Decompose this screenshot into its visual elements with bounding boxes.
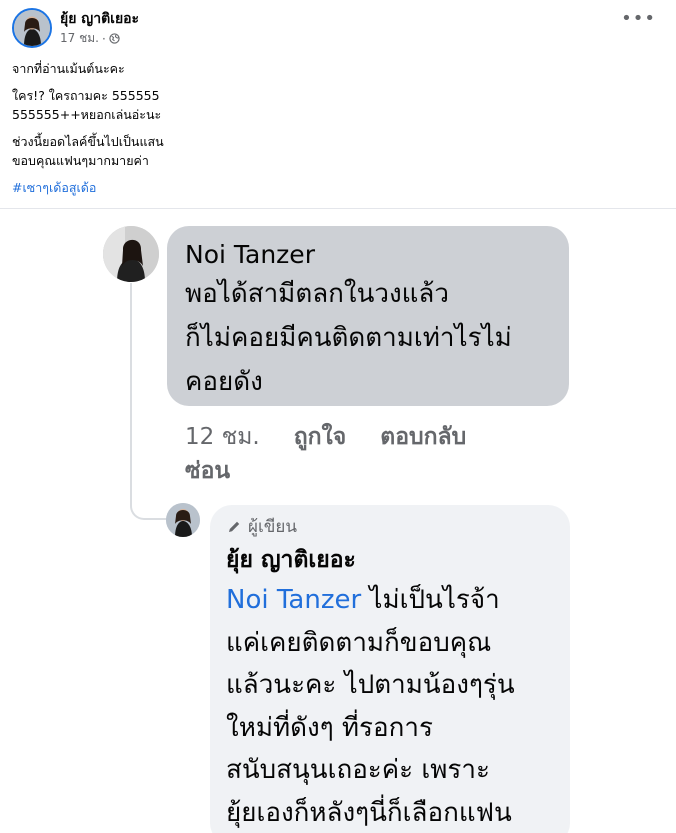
comment-actions: 12 ชม. ถูกใจ ตอบกลับ [185, 418, 525, 456]
reply-line: สนับสนุนเถอะค่ะ เพราะ [226, 755, 490, 785]
post-line: ช่วงนี้ยอดไลค์ขึ้นไปเป็นแสน [12, 134, 164, 149]
reply-text: Noi Tanzer ไม่เป็นไรจ้า แค่เคยติดตามก็ขอ… [226, 579, 554, 833]
post-time[interactable]: 17 ชม. [60, 29, 99, 48]
more-options-icon[interactable]: ••• [621, 10, 656, 28]
like-button[interactable]: ถูกใจ [294, 424, 347, 450]
reply-author-name[interactable]: ยุ้ย ญาติเยอะ [226, 541, 554, 579]
author-avatar[interactable] [12, 8, 52, 48]
comment-line: พอได้สามีตลกในวงแล้ว [185, 279, 449, 309]
pencil-icon [229, 521, 240, 532]
comment-line: ก็ไม่คอยมีคนติดตามเท่าไรไม่ [185, 323, 512, 353]
hashtag-link[interactable]: #เซาๆเด้อสูเด้อ [12, 178, 96, 198]
comment-line: คอยดัง [185, 367, 263, 397]
comment-text: พอได้สามีตลกในวงแล้ว ก็ไม่คอยมีคนติดตามเ… [185, 272, 551, 404]
reply-author-avatar[interactable] [166, 503, 200, 537]
reply-line: ใหม่ที่ดังๆ ที่รอการ [226, 712, 433, 743]
author-badge: ผู้เขียน [226, 515, 554, 539]
commenter-name[interactable]: Noi Tanzer [185, 238, 551, 272]
meta-separator: · [101, 31, 106, 46]
reply-line: แล้วนะคะ ไปตามน้องๆรุ่น [226, 670, 515, 700]
post-meta: 17 ชม. · [60, 29, 120, 48]
hide-button[interactable]: ซ่อน [185, 452, 230, 490]
post-author-name[interactable]: ยุ้ย ญาติเยอะ [60, 8, 139, 30]
commenter-avatar[interactable] [103, 226, 159, 282]
reply-line: ยุ้ยเองก็หลังๆนี่ก็เลือกแฟน [226, 797, 512, 828]
comment-bubble: Noi Tanzer พอได้สามีตลกในวงแล้ว ก็ไม่คอย… [167, 226, 569, 406]
reply-bubble: ผู้เขียน ยุ้ย ญาติเยอะ Noi Tanzer ไม่เป็… [210, 505, 570, 833]
reply-button[interactable]: ตอบกลับ [380, 424, 466, 450]
reply-line: ไม่เป็นไรจ้า [361, 585, 500, 615]
post-line: 555555++หยอกเล่นอ่ะนะ [12, 107, 162, 122]
reply-thread-line [130, 283, 170, 520]
comment-time[interactable]: 12 ชม. [185, 424, 260, 450]
divider [0, 208, 676, 209]
globe-icon [109, 33, 120, 44]
mention-link[interactable]: Noi Tanzer [226, 585, 361, 615]
post-line: จากที่อ่านเม้นต์นะคะ [12, 61, 125, 76]
post-line: ใคร!? ใครถามคะ 555555 [12, 88, 160, 103]
reply-line: แค่เคยติดตามก็ขอบคุณ [226, 627, 492, 658]
post-line: ขอบคุณแฟนๆมากมายค่า [12, 153, 149, 168]
post-body: จากที่อ่านเม้นต์นะคะ ใคร!? ใครถามคะ 5555… [12, 59, 652, 178]
author-badge-label: ผู้เขียน [248, 517, 297, 537]
